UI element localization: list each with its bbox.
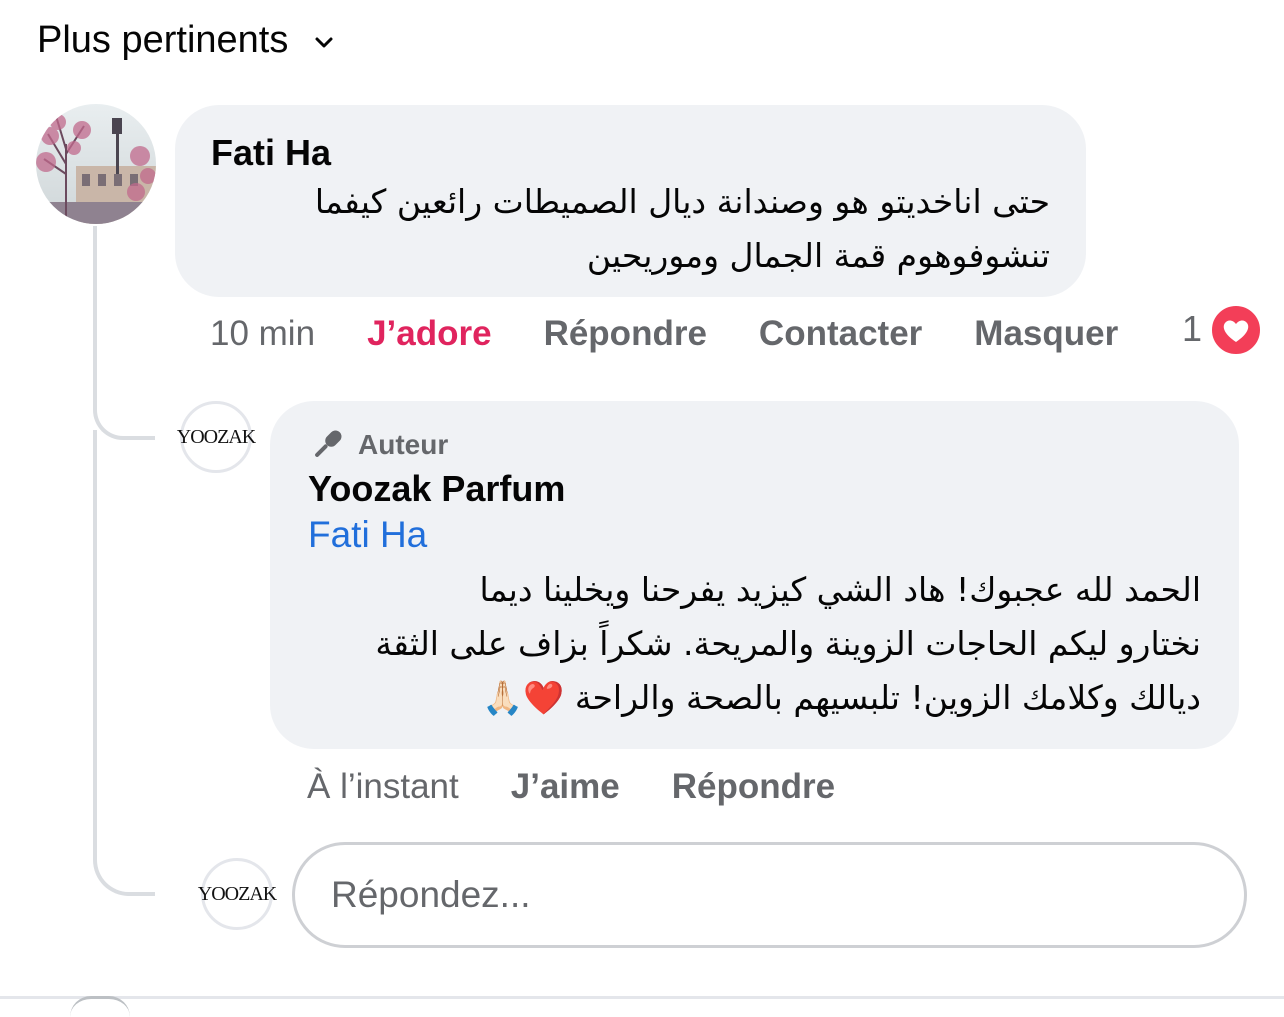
mention-link[interactable]: Fati Ha bbox=[308, 511, 1201, 559]
comment-bubble: Fati Ha حتى اناخديتو هو وصندانة ديال الص… bbox=[175, 105, 1086, 297]
avatar[interactable] bbox=[36, 104, 156, 224]
reply-bubble: Auteur Yoozak Parfum Fati Ha الحمد لله ع… bbox=[270, 401, 1239, 749]
avatar[interactable]: YOOZAK bbox=[177, 401, 256, 473]
reply-text: الحمد لله عجبوك! هاد الشي كيزيد يفرحنا و… bbox=[375, 570, 1201, 717]
heart-icon[interactable] bbox=[1210, 304, 1262, 356]
contact-button[interactable]: Contacter bbox=[759, 312, 922, 356]
like-button[interactable]: J’aime bbox=[511, 765, 620, 809]
reply-actions: À l’instant J’aime Répondre bbox=[307, 765, 887, 809]
reaction-count[interactable]: 1 bbox=[1182, 308, 1202, 350]
reply-composer[interactable] bbox=[292, 842, 1247, 948]
thread-connector bbox=[93, 430, 155, 896]
microphone-icon bbox=[315, 430, 342, 457]
badge-label: Auteur bbox=[358, 429, 449, 460]
hide-button[interactable]: Masquer bbox=[974, 312, 1118, 356]
avatar-photo bbox=[36, 104, 156, 224]
sort-dropdown[interactable]: Plus pertinents bbox=[37, 14, 334, 66]
reply-button[interactable]: Répondre bbox=[544, 312, 707, 356]
reply-author[interactable]: Yoozak Parfum bbox=[308, 467, 1201, 511]
comment-author[interactable]: Fati Ha bbox=[211, 131, 1050, 175]
reply-button[interactable]: Répondre bbox=[672, 765, 835, 809]
comment-actions: 10 min J’adore Répondre Contacter Masque… bbox=[210, 312, 1170, 356]
author-badge: Auteur bbox=[308, 427, 1201, 463]
comment-text: حتى اناخديتو هو وصندانة ديال الصميطات را… bbox=[314, 182, 1050, 275]
avatar: YOOZAK bbox=[198, 858, 277, 930]
reply-time[interactable]: À l’instant bbox=[307, 765, 459, 809]
divider bbox=[0, 996, 1284, 999]
chevron-down-icon bbox=[315, 37, 333, 48]
sort-label: Plus pertinents bbox=[37, 19, 289, 61]
love-button[interactable]: J’adore bbox=[367, 312, 492, 356]
thread-connector bbox=[93, 226, 155, 440]
comment-time[interactable]: 10 min bbox=[210, 312, 315, 356]
reply-input[interactable] bbox=[329, 873, 1244, 917]
